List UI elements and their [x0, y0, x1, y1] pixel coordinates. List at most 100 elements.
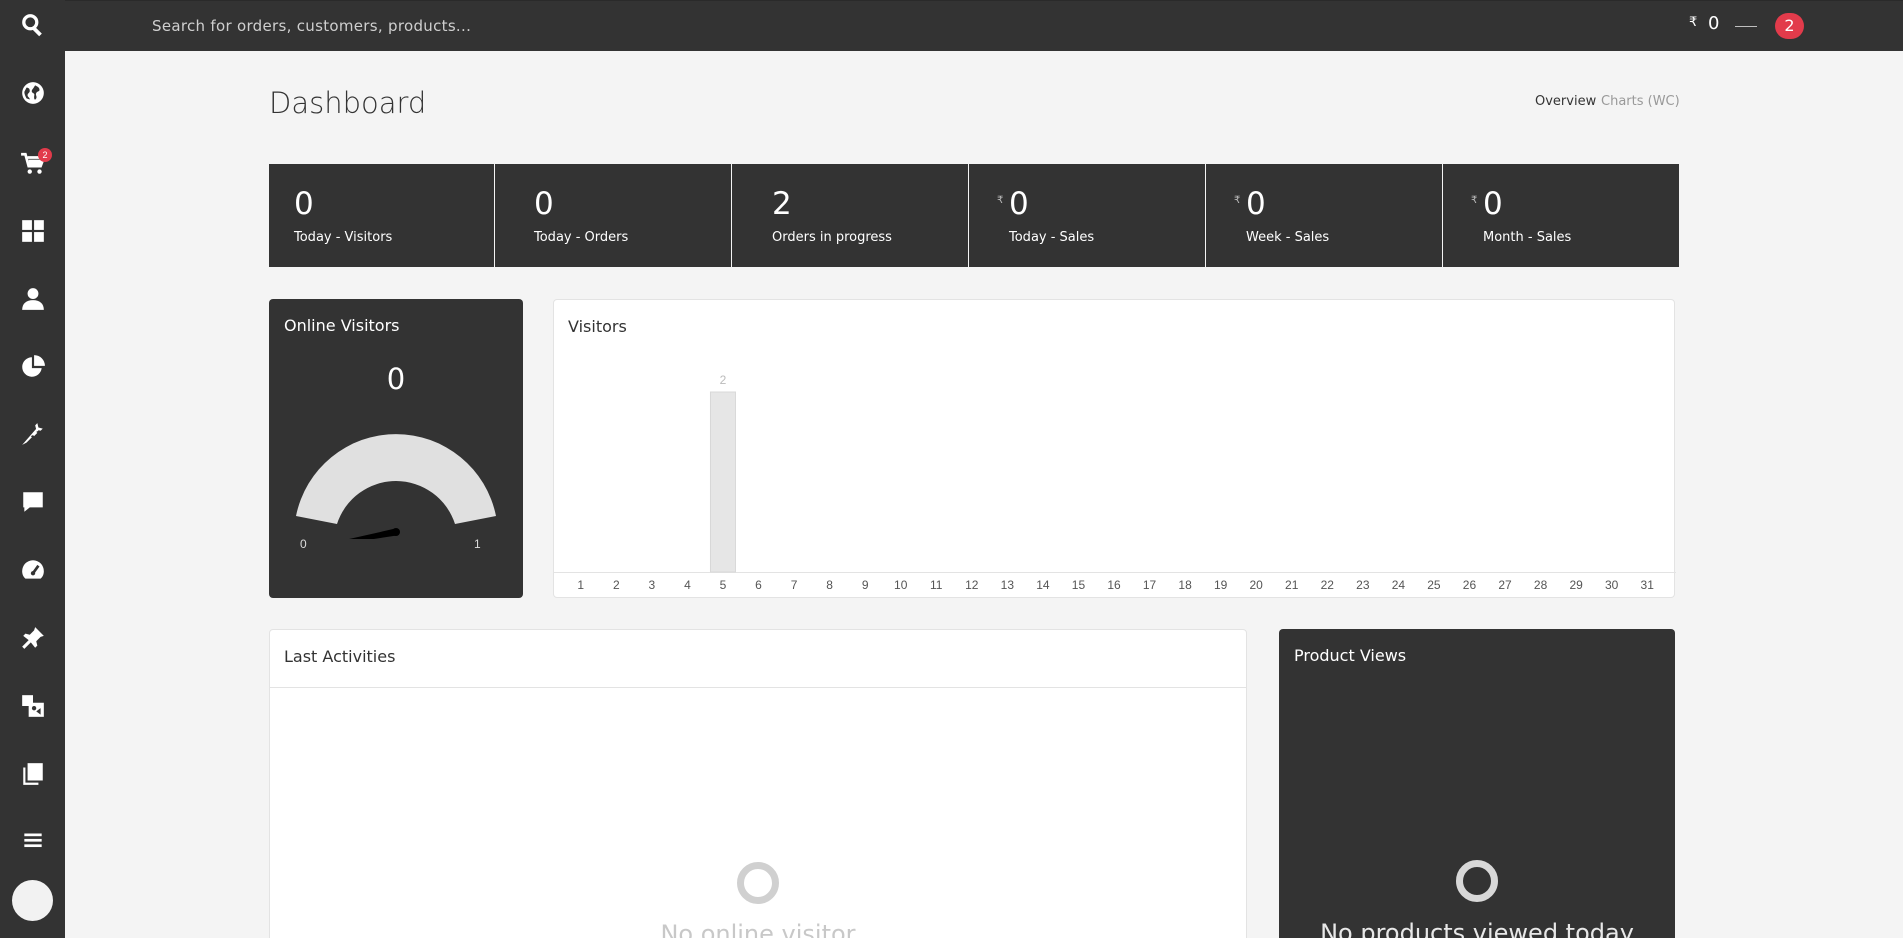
stat-month-sales[interactable]: ₹ 0 Month - Sales — [1442, 164, 1679, 267]
x-tick-14: 14 — [1036, 578, 1050, 592]
stat-currency: ₹ — [1471, 195, 1478, 206]
x-tick-26: 26 — [1463, 578, 1477, 592]
gauge-max-label: 1 — [474, 537, 481, 551]
stats-bar: 0 Today - Visitors 0 Today - Orders 2 Or… — [269, 164, 1679, 267]
x-tick-6: 6 — [755, 578, 762, 592]
pie-chart-icon[interactable] — [0, 347, 65, 387]
x-tick-22: 22 — [1321, 578, 1335, 592]
empty-state-text: No products viewed today — [1320, 919, 1634, 938]
x-tick-25: 25 — [1427, 578, 1441, 592]
x-tick-19: 19 — [1214, 578, 1228, 592]
empty-state-icon — [737, 862, 779, 904]
stat-value: 2 — [772, 186, 792, 222]
x-tick-11: 11 — [930, 578, 943, 592]
currency-symbol: ₹ — [1689, 15, 1698, 30]
online-visitors-card: Online Visitors 0 0 1 — [269, 299, 523, 598]
x-tick-27: 27 — [1498, 578, 1512, 592]
stat-label: Orders in progress — [772, 230, 892, 245]
stat-value: 0 — [534, 186, 554, 222]
cart-icon[interactable]: 2 — [0, 144, 65, 184]
stat-today-sales[interactable]: ₹ 0 Today - Sales — [968, 164, 1205, 267]
stat-label: Week - Sales — [1246, 230, 1330, 245]
bar-5 — [709, 391, 736, 573]
x-tick-7: 7 — [791, 578, 798, 592]
cart-amount[interactable]: 0 — [1708, 13, 1719, 34]
stat-label: Today - Orders — [534, 230, 629, 245]
page-title: Dashboard — [269, 86, 427, 120]
x-tick-28: 28 — [1534, 578, 1548, 592]
comment-icon[interactable] — [0, 482, 65, 522]
video-pages-icon[interactable] — [0, 686, 65, 726]
online-visitors-count: 0 — [386, 362, 406, 396]
divider — [1735, 26, 1757, 27]
card-title: Product Views — [1294, 646, 1407, 665]
x-tick-29: 29 — [1569, 578, 1583, 592]
notifications-badge[interactable]: 2 — [1775, 13, 1804, 39]
stat-value: 0 — [1009, 186, 1029, 222]
tab-overview[interactable]: Overview — [1535, 94, 1596, 109]
user-icon[interactable] — [0, 279, 65, 319]
search-input[interactable] — [152, 13, 752, 39]
dashboard-grid-icon[interactable] — [0, 211, 65, 251]
empty-state-text: No online visitor — [660, 920, 856, 938]
stat-value: 0 — [1246, 186, 1266, 222]
x-tick-4: 4 — [684, 578, 691, 592]
online-visitors-gauge — [296, 434, 496, 539]
carrot-icon[interactable] — [0, 414, 65, 454]
stat-week-sales[interactable]: ₹ 0 Week - Sales — [1205, 164, 1442, 267]
card-title: Online Visitors — [284, 316, 400, 335]
x-tick-18: 18 — [1178, 578, 1192, 592]
x-tick-31: 31 — [1641, 578, 1655, 592]
stat-orders-in-progress[interactable]: 2 Orders in progress — [731, 164, 968, 267]
visitors-chart-card: Visitors 1 2 3 4 2 5 6 7 8 9 10 11 12 13 14 15 16 17 18 19 2… — [553, 299, 1676, 598]
x-tick-23: 23 — [1356, 578, 1370, 592]
stat-label: Today - Sales — [1009, 230, 1095, 245]
x-tick-16: 16 — [1107, 578, 1121, 592]
x-tick-21: 21 — [1285, 578, 1299, 592]
stat-currency: ₹ — [1234, 195, 1241, 206]
data-label-5: 2 — [720, 373, 727, 387]
stat-label: Today - Visitors — [294, 230, 393, 245]
avatar[interactable] — [12, 880, 53, 921]
last-activities-card: Last Activities No online visitor — [269, 629, 1247, 938]
tab-charts-wc[interactable]: Charts (WC) — [1601, 94, 1680, 109]
cart-badge: 2 — [38, 148, 52, 162]
x-tick-10: 10 — [894, 578, 908, 592]
x-tick-8: 8 — [826, 578, 833, 592]
x-tick-3: 3 — [649, 578, 656, 592]
x-tick-13: 13 — [1001, 578, 1015, 592]
menu-icon[interactable] — [0, 820, 65, 860]
visitors-chart: 1 2 3 425 6 7 8 9 10 11 12 13 14 15 16 17 18 19 20 21 22 23 24… — [554, 373, 1676, 592]
x-tick-15: 15 — [1072, 578, 1086, 592]
x-tick-1: 1 — [577, 578, 584, 592]
x-tick-24: 24 — [1392, 578, 1406, 592]
x-tick-30: 30 — [1605, 578, 1619, 592]
topbar: ₹ 0 2 — [65, 0, 1903, 51]
stat-currency: ₹ — [997, 195, 1004, 206]
x-tick-2: 2 — [613, 578, 620, 592]
x-tick-17: 17 — [1143, 578, 1157, 592]
gauge-icon[interactable] — [0, 550, 65, 590]
stat-label: Month - Sales — [1483, 230, 1572, 245]
pin-icon[interactable] — [0, 618, 65, 658]
gauge-arc — [296, 434, 496, 524]
gauge-needle — [349, 528, 397, 539]
x-tick-9: 9 — [862, 578, 869, 592]
search-icon[interactable] — [0, 5, 65, 45]
copy-icon[interactable] — [0, 754, 65, 794]
globe-icon[interactable] — [0, 73, 65, 113]
gauge-min-label: 0 — [300, 537, 307, 551]
stat-value: 0 — [1483, 186, 1503, 222]
sidebar: 2 — [0, 0, 65, 938]
card-header: Last Activities — [270, 630, 1246, 688]
x-tick-5: 5 — [720, 578, 727, 592]
empty-state-icon — [1456, 860, 1498, 902]
x-tick-20: 20 — [1250, 578, 1264, 592]
stat-today-orders[interactable]: 0 Today - Orders — [494, 164, 731, 267]
stat-today-visitors[interactable]: 0 Today - Visitors — [269, 164, 494, 267]
x-tick-12: 12 — [965, 578, 979, 592]
product-views-card: Product Views No products viewed today — [1279, 629, 1675, 938]
gauge-hub — [392, 528, 400, 536]
stat-value: 0 — [294, 186, 314, 222]
card-title: Last Activities — [284, 647, 396, 666]
